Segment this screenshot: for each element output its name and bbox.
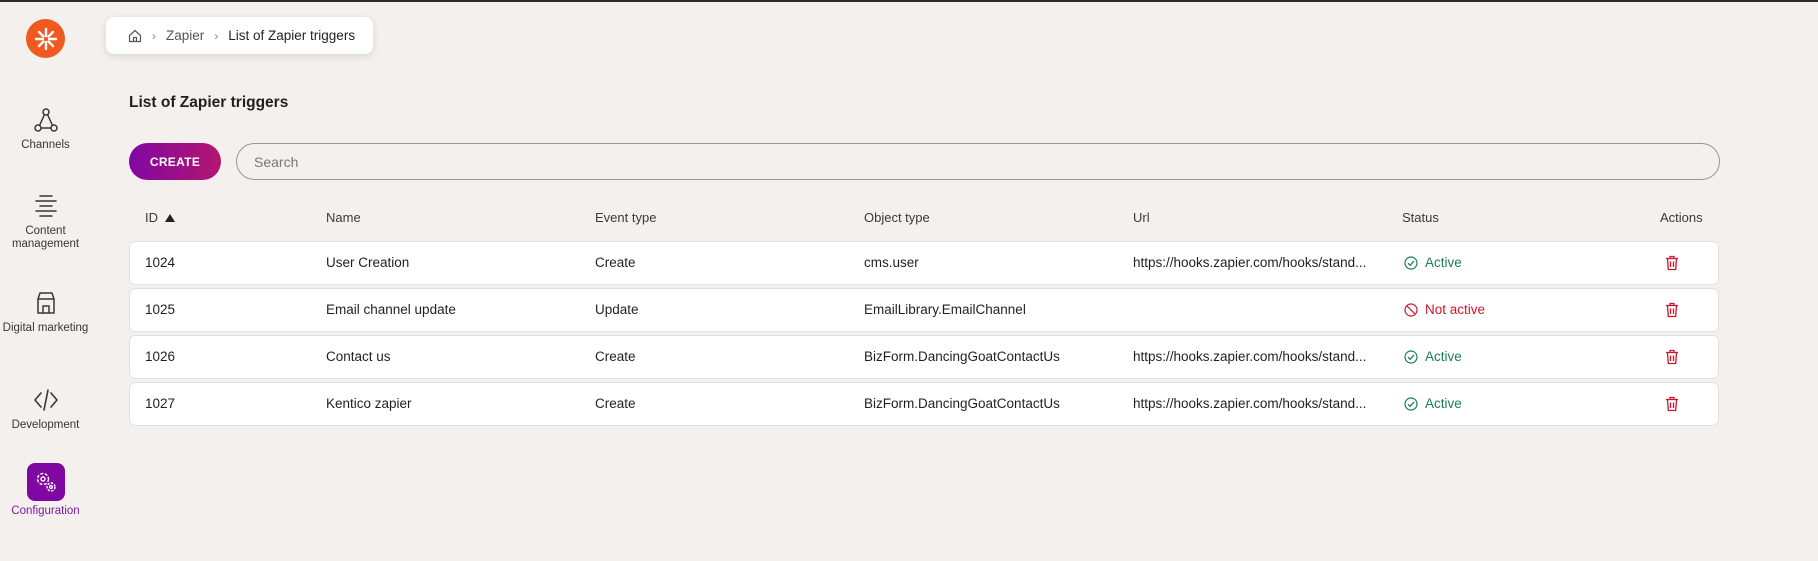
trash-icon (1666, 302, 1678, 318)
table-row[interactable]: 1024 User Creation Create cms.user https… (129, 241, 1719, 285)
cell-name: Kentico zapier (326, 396, 412, 411)
cell-url: https://hooks.zapier.com/hooks/stand... (1133, 396, 1367, 411)
sidebar-item-channels[interactable]: Channels (0, 105, 91, 152)
column-header-object-type[interactable]: Object type (864, 210, 930, 225)
sidebar-item-digital-marketing[interactable]: Digital marketing (0, 288, 91, 335)
status-badge: Active (1404, 383, 1462, 425)
delete-button[interactable] (1665, 383, 1679, 425)
trash-icon (1666, 349, 1678, 365)
column-header-event-type[interactable]: Event type (595, 210, 656, 225)
cell-url: https://hooks.zapier.com/hooks/stand... (1133, 255, 1367, 270)
cell-object-type: BizForm.DancingGoatContactUs (864, 349, 1060, 364)
sidebar-item-label: Channels (21, 139, 70, 151)
column-header-id[interactable]: ID (145, 210, 175, 225)
table-row[interactable]: 1027 Kentico zapier Create BizForm.Danci… (129, 382, 1719, 426)
check-circle-icon (1404, 350, 1418, 364)
cell-id: 1024 (145, 255, 176, 270)
cell-object-type: cms.user (864, 255, 919, 270)
table-header: ID Name Event type Object type Url Statu… (129, 210, 1719, 226)
trash-icon (1666, 396, 1678, 412)
breadcrumb-item-current: List of Zapier triggers (228, 28, 356, 43)
column-header-actions: Actions (1660, 210, 1703, 225)
cell-event-type: Create (595, 255, 636, 270)
sidebar-item-label: Development (11, 419, 80, 431)
cell-event-type: Create (595, 396, 636, 411)
home-icon[interactable] (128, 29, 142, 43)
status-badge: Active (1404, 336, 1462, 378)
sort-ascending-icon (165, 214, 175, 222)
cell-id: 1027 (145, 396, 176, 411)
cell-name: Contact us (326, 349, 391, 364)
column-header-name[interactable]: Name (326, 210, 361, 225)
cell-name: User Creation (326, 255, 410, 270)
create-button[interactable]: CREATE (129, 143, 221, 180)
table-row[interactable]: 1025 Email channel update Update EmailLi… (129, 288, 1719, 332)
cell-object-type: BizForm.DancingGoatContactUs (864, 396, 1060, 411)
sidebar-item-development[interactable]: Development (0, 385, 91, 432)
status-label: Active (1425, 255, 1462, 270)
cell-object-type: EmailLibrary.EmailChannel (864, 302, 1026, 317)
status-badge: Not active (1404, 289, 1485, 331)
sidebar-item-content-management[interactable]: Content management (0, 191, 91, 251)
sidebar-item-label: Configuration (11, 505, 80, 517)
logo-icon (34, 27, 57, 50)
content-management-icon (34, 195, 57, 217)
delete-button[interactable] (1665, 289, 1679, 331)
channels-icon (33, 108, 58, 132)
configuration-icon (36, 472, 56, 492)
delete-button[interactable] (1665, 242, 1679, 284)
column-header-status[interactable]: Status (1402, 210, 1439, 225)
kentico-logo[interactable] (26, 19, 65, 58)
status-label: Active (1425, 396, 1462, 411)
cell-id: 1026 (145, 349, 176, 364)
sidebar: Channels Content management Digital mark… (0, 2, 91, 561)
cell-url: https://hooks.zapier.com/hooks/stand... (1133, 349, 1367, 364)
page-title: List of Zapier triggers (129, 94, 289, 111)
trash-icon (1666, 255, 1678, 271)
cell-name: Email channel update (326, 302, 456, 317)
check-circle-icon (1404, 397, 1418, 411)
cell-event-type: Create (595, 349, 636, 364)
chevron-right-icon: › (152, 28, 156, 43)
table-row[interactable]: 1026 Contact us Create BizForm.DancingGo… (129, 335, 1719, 379)
window-top-border (0, 0, 1818, 2)
sidebar-item-configuration[interactable]: Configuration (0, 463, 91, 518)
sidebar-item-label: Content management (11, 225, 80, 250)
chevron-right-icon: › (214, 28, 219, 43)
cell-event-type: Update (595, 302, 639, 317)
check-circle-icon (1404, 256, 1418, 270)
column-header-url[interactable]: Url (1133, 210, 1150, 225)
breadcrumb: › Zapier › List of Zapier triggers (106, 17, 373, 54)
cell-id: 1025 (145, 302, 176, 317)
delete-button[interactable] (1665, 336, 1679, 378)
configuration-icon-box (26, 463, 65, 501)
development-icon (33, 389, 58, 411)
status-label: Active (1425, 349, 1462, 364)
status-label: Not active (1425, 302, 1486, 317)
not-allowed-icon (1404, 303, 1418, 317)
breadcrumb-item-zapier[interactable]: Zapier (166, 28, 204, 43)
search-input[interactable] (236, 143, 1720, 180)
status-badge: Active (1404, 242, 1462, 284)
digital-marketing-icon (36, 292, 55, 314)
sidebar-item-label: Digital marketing (2, 322, 89, 334)
